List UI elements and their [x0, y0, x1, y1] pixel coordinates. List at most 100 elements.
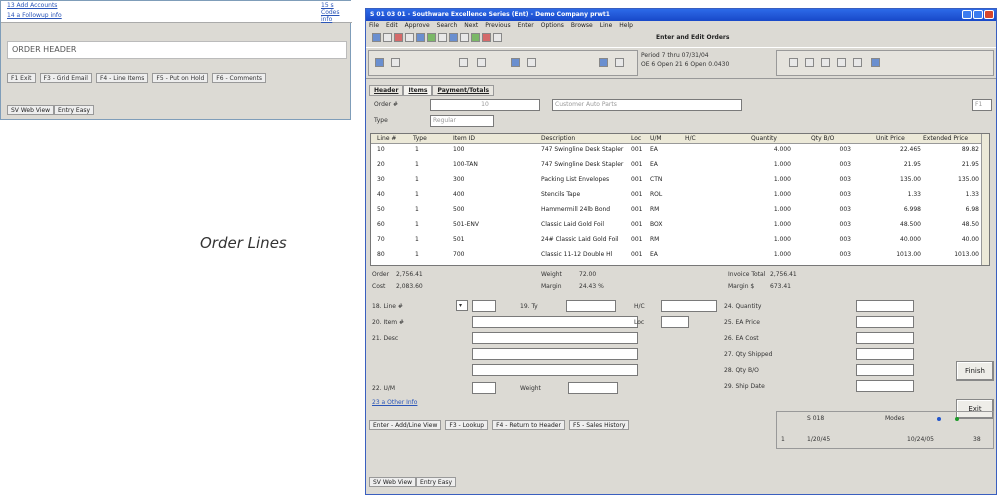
grid-cell[interactable]: 1.000: [751, 176, 791, 183]
printer-icon[interactable]: [615, 58, 624, 67]
tool-b-icon[interactable]: [805, 58, 814, 67]
grid-cell[interactable]: 003: [811, 161, 851, 168]
order-customer-field[interactable]: Customer Auto Parts: [552, 99, 742, 111]
grid-cell[interactable]: 001: [631, 146, 642, 153]
grid-cell[interactable]: 1: [415, 191, 419, 198]
grid-cell[interactable]: 1.000: [751, 161, 791, 168]
grid-cell[interactable]: 48.50: [931, 221, 979, 228]
toolbar-search-icon[interactable]: [460, 33, 469, 42]
other-info-link[interactable]: 23 a Other Info: [372, 399, 417, 406]
loc-field[interactable]: [661, 316, 689, 328]
grid-cell[interactable]: 501: [453, 236, 464, 243]
grid-icon[interactable]: [477, 58, 486, 67]
grid-cell[interactable]: 21.95: [931, 161, 979, 168]
menu-browse[interactable]: Browse: [571, 22, 593, 30]
grid-cell[interactable]: 1: [415, 176, 419, 183]
um-field[interactable]: [472, 382, 496, 394]
item-field[interactable]: [472, 316, 638, 328]
grid-cell[interactable]: 100-TAN: [453, 161, 478, 168]
grid-cell[interactable]: EA: [650, 161, 658, 168]
col-line[interactable]: Line #: [377, 135, 396, 142]
grid-cell[interactable]: 003: [811, 206, 851, 213]
menu-options[interactable]: Options: [541, 22, 564, 30]
arrow-icon[interactable]: [511, 58, 520, 67]
fkey-add-line-view[interactable]: Enter - Add/Line View: [369, 420, 442, 430]
col-description[interactable]: Description: [541, 135, 575, 142]
menu-approve[interactable]: Approve: [405, 22, 430, 30]
grid-cell[interactable]: 003: [811, 251, 851, 258]
line-lookup-button[interactable]: ▾: [456, 300, 468, 311]
fkey-return-header[interactable]: F4 - Return to Header: [492, 420, 565, 430]
hc-field[interactable]: [661, 300, 717, 312]
grid-cell[interactable]: EA: [650, 146, 658, 153]
tab-web-view-main[interactable]: SV Web View: [369, 477, 417, 487]
tab-payment-totals[interactable]: Payment/Totals: [432, 85, 495, 96]
grid-cell[interactable]: 1: [415, 221, 419, 228]
grid-cell[interactable]: 003: [811, 146, 851, 153]
grid-cell[interactable]: 100: [453, 146, 464, 153]
line-number-field[interactable]: [472, 300, 496, 312]
toolbar-next-icon[interactable]: [438, 33, 447, 42]
grid-cell[interactable]: 30: [377, 176, 385, 183]
fkey-sales-history[interactable]: F5 - Sales History: [568, 420, 630, 430]
weight-field[interactable]: [568, 382, 618, 394]
grid-cell[interactable]: 40.000: [876, 236, 921, 243]
grid-cell[interactable]: Packing List Envelopes: [541, 176, 609, 183]
grid-cell[interactable]: 501-ENV: [453, 221, 479, 228]
grid-cell[interactable]: 6.998: [876, 206, 921, 213]
grid-cell[interactable]: 1: [415, 146, 419, 153]
grid-cell[interactable]: 747 Swingline Desk Stapler: [541, 146, 623, 153]
grid-cell[interactable]: Stencils Tape: [541, 191, 580, 198]
desc-field-2[interactable]: [472, 348, 638, 360]
tool-d-icon[interactable]: [837, 58, 846, 67]
col-qty-bo[interactable]: Qty B/O: [811, 135, 834, 142]
grid-cell[interactable]: 60: [377, 221, 385, 228]
maximize-icon[interactable]: [973, 10, 983, 19]
grid-cell[interactable]: 50: [377, 206, 385, 213]
grid-cell[interactable]: 1013.00: [931, 251, 979, 258]
doc-icon[interactable]: [375, 58, 384, 67]
toolbar-help-icon[interactable]: [493, 33, 502, 42]
toolbar-first-icon[interactable]: [416, 33, 425, 42]
menu-edit[interactable]: Edit: [386, 22, 398, 30]
type-field[interactable]: Regular: [430, 115, 494, 127]
grid-cell[interactable]: CTN: [650, 176, 662, 183]
grid-cell[interactable]: 1.000: [751, 206, 791, 213]
col-unit-price[interactable]: Unit Price: [876, 135, 905, 142]
grid-cell[interactable]: 1: [415, 161, 419, 168]
toolbar-cancel-icon[interactable]: [482, 33, 491, 42]
list-icon[interactable]: [459, 58, 468, 67]
grid-cell[interactable]: 10: [377, 146, 385, 153]
grid-cell[interactable]: Hammermill 24lb Bond: [541, 206, 610, 213]
link-codes-info[interactable]: 15 s Codes info: [321, 2, 352, 23]
tab-entry-easy[interactable]: Entry Easy: [54, 105, 95, 115]
grid-cell[interactable]: 001: [631, 191, 642, 198]
grid-cell[interactable]: 1.000: [751, 236, 791, 243]
grid-cell[interactable]: 747 Swingline Desk Stapler: [541, 161, 623, 168]
grid-cell[interactable]: 89.82: [931, 146, 979, 153]
grid-cell[interactable]: 22.465: [876, 146, 921, 153]
fkey-lookup[interactable]: F3 - Lookup: [445, 420, 489, 430]
quantity-field[interactable]: [856, 300, 914, 312]
menu-help[interactable]: Help: [619, 22, 633, 30]
link-add-accounts[interactable]: 13 Add Accounts: [7, 2, 57, 9]
shipdate-field[interactable]: [856, 380, 914, 392]
grid-cell[interactable]: RM: [650, 236, 659, 243]
grid-cell[interactable]: 1.000: [751, 191, 791, 198]
fkey-line-items[interactable]: F4 - Line Items: [95, 73, 149, 83]
grid-cell[interactable]: EA: [650, 251, 658, 258]
grid-cell[interactable]: 6.98: [931, 206, 979, 213]
grid-cell[interactable]: 001: [631, 251, 642, 258]
grid-cell[interactable]: 003: [811, 191, 851, 198]
col-type[interactable]: Type: [413, 135, 427, 142]
grid-cell[interactable]: 40: [377, 191, 385, 198]
col-extended-price[interactable]: Extended Price: [923, 135, 968, 142]
grid-cell[interactable]: 001: [631, 161, 642, 168]
fkey-put-on-hold[interactable]: F5 - Put on Hold: [152, 73, 209, 83]
fkey-grid-email[interactable]: F3 - Grid Email: [39, 73, 92, 83]
grid-cell[interactable]: 003: [811, 221, 851, 228]
toolbar-new-icon[interactable]: [372, 33, 381, 42]
tab-entry-easy-main[interactable]: Entry Easy: [416, 477, 457, 487]
grid-cell[interactable]: 1.33: [931, 191, 979, 198]
grid-cell[interactable]: 21.95: [876, 161, 921, 168]
